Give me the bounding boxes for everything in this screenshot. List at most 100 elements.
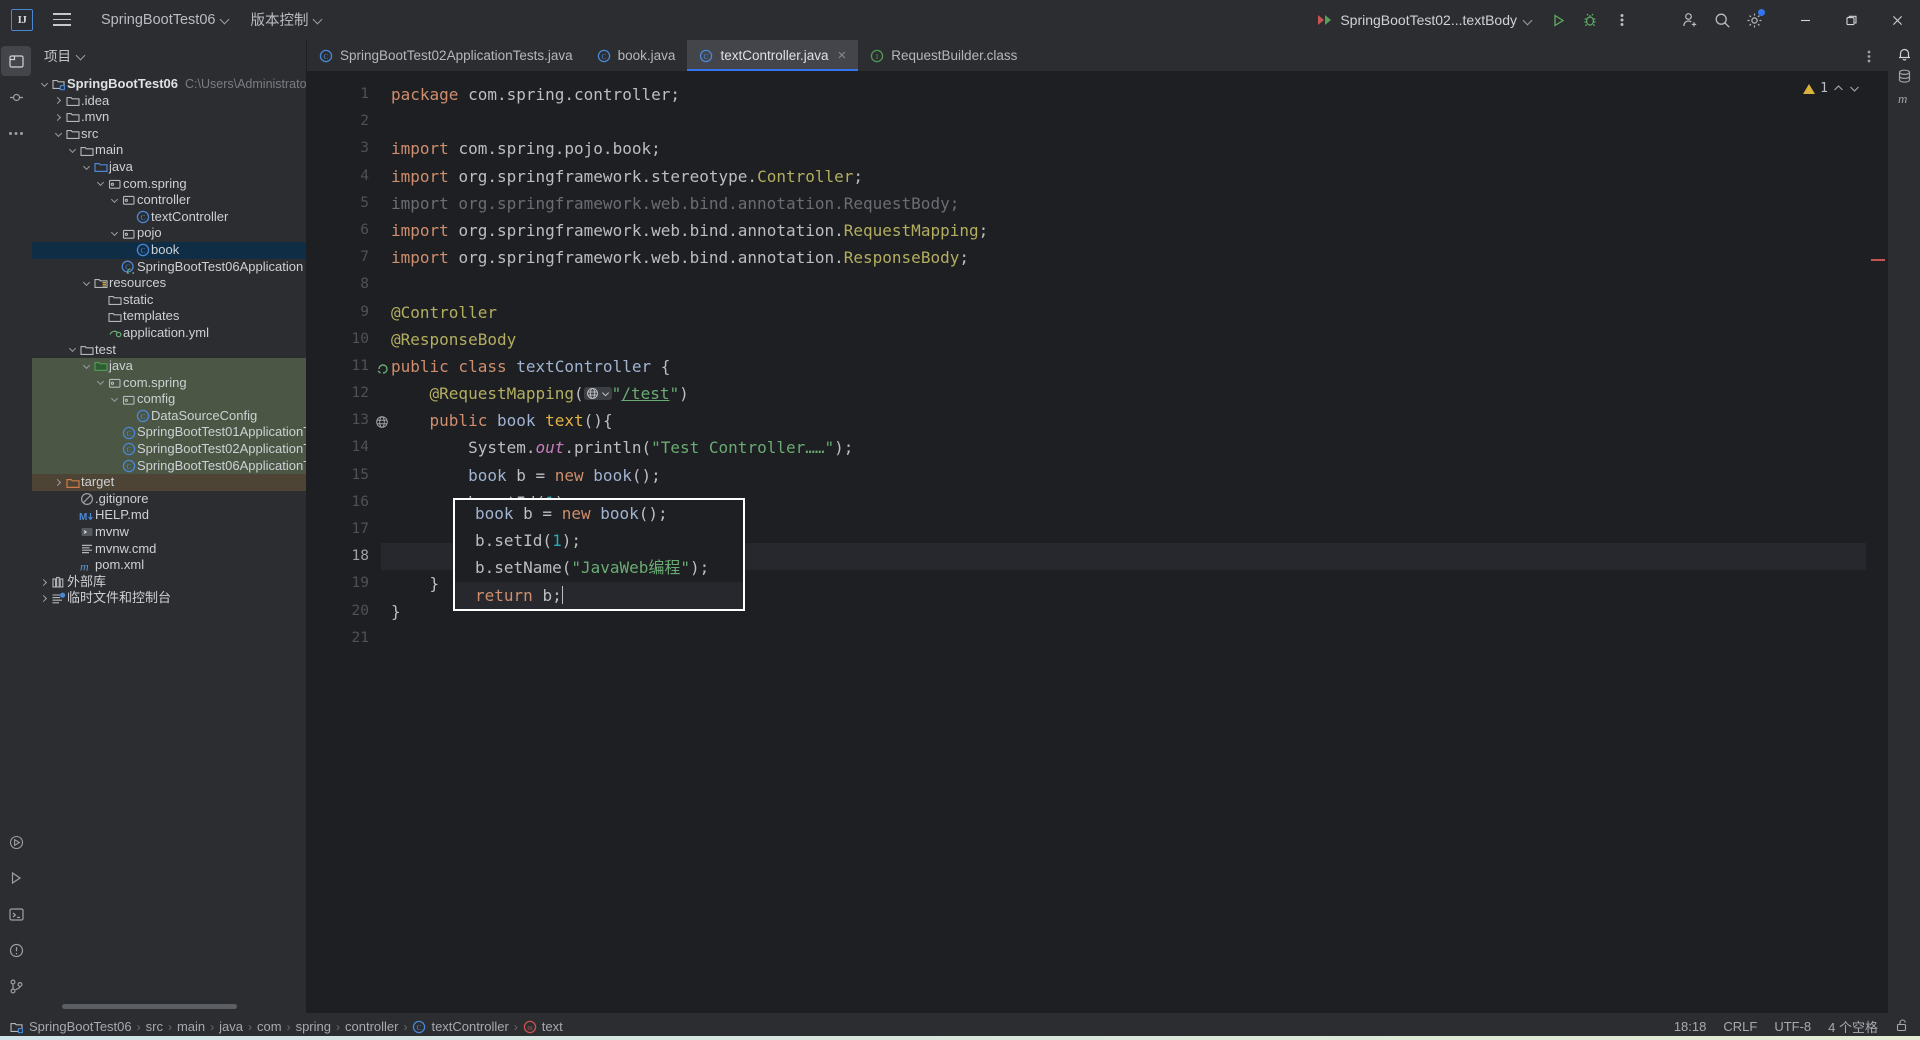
sidebar-item-run[interactable] [1,863,31,893]
chevron-down-icon[interactable] [1849,84,1860,93]
file-encoding[interactable]: UTF-8 [1774,1019,1811,1034]
tree-item-gitignore[interactable]: .gitignore [32,491,306,508]
inspection-widget[interactable]: 1 [1803,81,1860,96]
code-line-3[interactable]: import com.spring.pojo.book; [381,135,1888,162]
line-number-11[interactable]: 11 [307,353,388,380]
chevron-right-icon[interactable] [52,479,64,487]
line-number-18[interactable]: 18 [307,543,381,570]
inspection-mark[interactable] [1871,259,1885,261]
editor-tab-book-java[interactable]: Cbook.java [585,40,688,71]
code-line-10[interactable]: @ResponseBody [381,326,1888,353]
tree-item-comfig[interactable]: comfig [32,391,306,408]
chevron-down-icon[interactable] [94,179,106,187]
chevron-down-icon[interactable] [108,395,120,403]
line-number-8[interactable]: 8 [307,271,381,298]
search-icon[interactable] [1706,4,1738,36]
chevron-down-icon[interactable] [66,146,78,154]
line-number-gutter[interactable]: 1 2 3 4 5 6 7 8 9 10 11 12 13 14 15 16 17 18 19 20 21 [307,71,388,1013]
code-line-2[interactable] [381,108,1888,135]
close-icon[interactable]: × [838,47,847,64]
code-line-21[interactable] [381,625,1888,652]
line-number-16[interactable]: 16 [307,489,381,516]
popup-code-line[interactable]: book b = new book(); [455,500,743,527]
line-number-19[interactable]: 19 [307,570,381,597]
editor-tab-requestbuilder-class[interactable]: I RequestBuilder.class [858,40,1029,71]
tree-item-springboottest06[interactable]: SpringBootTest06 C:\Users\Administrator\D… [32,76,306,93]
tree-item-[interactable]: 临时文件和控制台 [32,590,306,607]
chevron-down-icon[interactable] [80,361,92,369]
sidebar-item-services[interactable] [1,827,31,857]
chevron-down-icon[interactable] [80,278,92,286]
editor-tabs-more-icon[interactable] [1858,45,1880,67]
request-mapping-globe-icon[interactable] [583,387,612,401]
breadcrumb-item-springboottest06[interactable]: SpringBootTest06 [10,1019,132,1034]
line-number-13[interactable]: 13 [307,407,388,434]
breadcrumb-item-src[interactable]: src [146,1019,163,1034]
breadcrumb[interactable]: SpringBootTest06 › src › main › java › com › sprin… [0,1019,563,1034]
line-number-9[interactable]: 9 [307,299,381,326]
vcs-selector[interactable]: 版本控制 [240,7,333,33]
line-number-7[interactable]: 7 [307,244,381,271]
breadcrumb-item-controller[interactable]: controller [345,1019,398,1034]
breadcrumb-item-main[interactable]: main [177,1019,205,1034]
tree-item-controller[interactable]: controller [32,192,306,209]
code-line-13[interactable]: public book text(){ [381,407,1888,434]
line-number-15[interactable]: 15 [307,462,381,489]
popup-code-line[interactable]: b.setId(1); [455,527,743,554]
tree-item-com-spring[interactable]: com.spring [32,176,306,193]
more-actions-button[interactable] [1606,4,1638,36]
code-line-6[interactable]: import org.springframework.web.bind.anno… [381,217,1888,244]
chevron-down-icon[interactable] [108,229,120,237]
hamburger-menu-icon[interactable] [45,0,79,40]
maximize-button[interactable] [1828,0,1874,40]
popup-code-line[interactable]: b.setName("JavaWeb编程"); [455,554,743,581]
chevron-down-icon[interactable] [66,345,78,353]
tree-item-[interactable]: 外部库 [32,574,306,591]
line-number-2[interactable]: 2 [307,108,381,135]
sidebar-item-project[interactable] [1,46,31,76]
line-number-10[interactable]: 10 [307,326,381,353]
tree-item-pojo[interactable]: pojo [32,225,306,242]
run-configuration-selector[interactable]: SpringBootTest02...textBody [1309,7,1542,33]
sidebar-item-more-tools[interactable] [1,118,31,148]
tree-item-mvn[interactable]: .mvn [32,109,306,126]
code-line-5[interactable]: import org.springframework.web.bind.anno… [381,190,1888,217]
code-editor[interactable]: 1 2 3 4 5 6 7 8 9 10 11 12 13 14 15 16 17 18 19 20 21 packag… [307,71,1888,1013]
debug-button[interactable] [1574,4,1606,36]
inspection-gutter[interactable] [1866,71,1888,1013]
tree-item-target[interactable]: target [32,474,306,491]
line-number-4[interactable]: 4 [307,163,381,190]
editor-tabs[interactable]: C SpringBootTest02ApplicationTests.java Cb… [307,40,1888,71]
project-selector[interactable]: SpringBootTest06 [91,7,240,33]
chevron-right-icon[interactable] [52,113,64,122]
sidebar-item-version-control[interactable] [1,971,31,1001]
line-number-6[interactable]: 6 [307,217,381,244]
unlocked-icon[interactable] [1895,1018,1910,1036]
tree-item-springboottest01applicationtes[interactable]: C SpringBootTest01ApplicationTes [32,424,306,442]
gear-icon[interactable] [1738,4,1770,36]
tree-item-springboottest06application[interactable]: C SpringBootTest06Application [32,259,306,276]
code-line-7[interactable]: import org.springframework.web.bind.anno… [381,244,1888,271]
tree-item-springboottest02applicationtes[interactable]: C SpringBootTest02ApplicationTes [32,441,306,458]
code-line-15[interactable]: book b = new book(); [381,462,1888,489]
breadcrumb-item-java[interactable]: java [219,1019,243,1034]
chevron-right-icon[interactable] [38,595,50,603]
editor-tab-springboottest02applicationtests-java[interactable]: C SpringBootTest02ApplicationTests.java [307,40,585,71]
code-line-14[interactable]: System.out.println("Test Controller……"); [381,434,1888,461]
indent-setting[interactable]: 4 个空格 [1828,1017,1878,1036]
line-number-17[interactable]: 17 [307,516,381,543]
sidebar-item-commit[interactable] [1,82,31,112]
sidebar-item-problems[interactable] [1,935,31,965]
breadcrumb-item-text[interactable]: m text [523,1019,563,1034]
code-line-1[interactable]: package com.spring.controller; [381,81,1888,108]
chevron-down-icon[interactable] [38,79,50,87]
chevron-down-icon[interactable] [52,129,64,137]
chevron-down-icon[interactable] [108,195,120,203]
tree-item-textcontroller[interactable]: CtextController [32,209,306,226]
tree-item-mvnw-cmd[interactable]: mvnw.cmd [32,541,306,558]
close-button[interactable] [1874,0,1920,40]
line-number-20[interactable]: 20 [307,598,381,625]
tree-item-springboottest06applicationtes[interactable]: C SpringBootTest06ApplicationTes [32,457,306,475]
tree-item-pom-xml[interactable]: m pom.xml [32,557,306,574]
popup-code-line[interactable]: return b; [455,581,743,609]
